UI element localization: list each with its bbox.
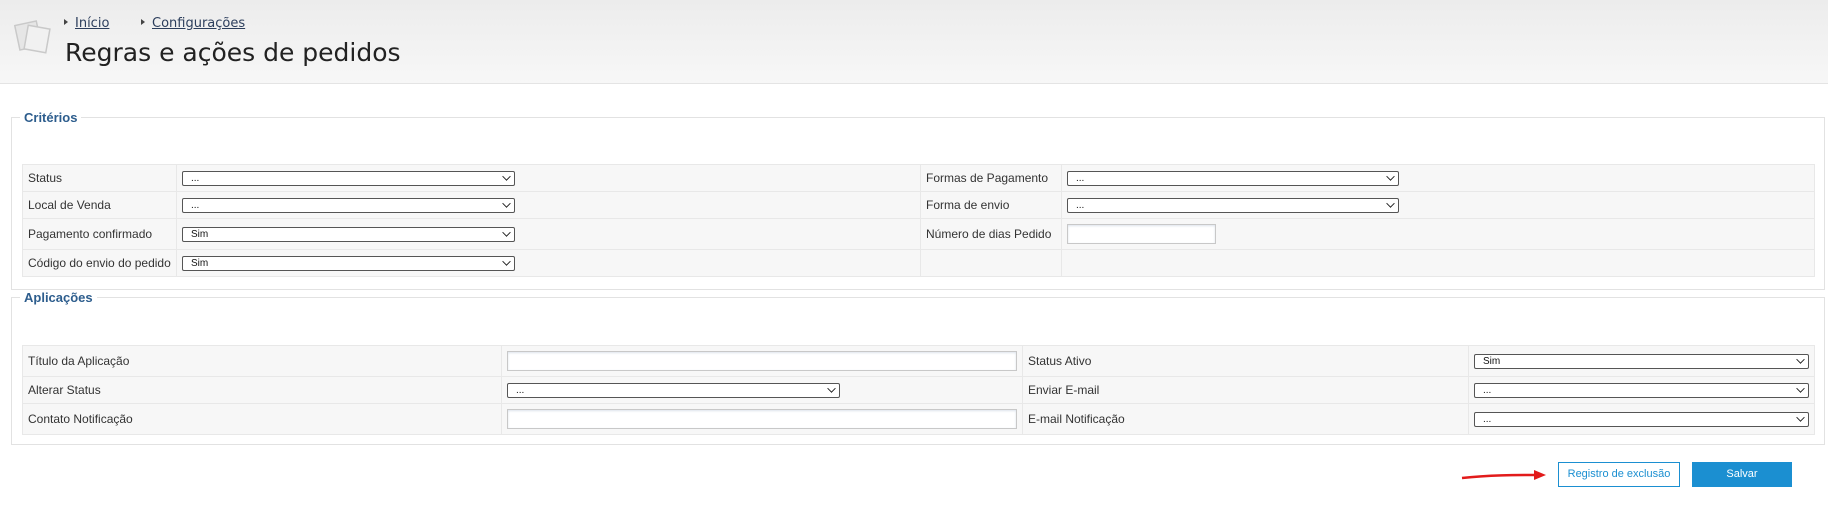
payment-methods-select-value: ... [1076, 172, 1085, 184]
chevron-down-icon [1796, 354, 1805, 364]
payment-confirmed-label: Pagamento confirmado [22, 218, 177, 250]
application-title-input[interactable] [507, 351, 1017, 371]
stacked-pages-icon [14, 20, 51, 54]
criteria-table: Status ... Formas de Pagamento ... Local… [22, 164, 1815, 277]
active-status-select-value: Sim [1483, 355, 1501, 367]
application-title-label: Título da Aplicação [22, 345, 502, 377]
empty-cell [1061, 249, 1815, 277]
breadcrumb-item-inicio: Início [64, 15, 109, 31]
shipping-method-label: Forma de envio [920, 191, 1062, 219]
notification-contact-label: Contato Notificação [22, 403, 502, 435]
send-email-select-value: ... [1483, 384, 1492, 396]
sales-location-select[interactable]: ... [182, 197, 515, 213]
send-email-select[interactable]: ... [1474, 382, 1809, 398]
notification-email-select-value: ... [1483, 413, 1492, 425]
chevron-down-icon [502, 171, 511, 181]
chevron-down-icon [1386, 198, 1395, 208]
shipping-method-select-value: ... [1076, 199, 1085, 211]
criteria-row: Status ... Formas de Pagamento ... [22, 164, 1815, 192]
chevron-down-icon [1386, 171, 1395, 181]
page-title: Regras e ações de pedidos [65, 38, 401, 67]
active-status-label: Status Ativo [1022, 345, 1469, 377]
chevron-down-icon [827, 383, 836, 393]
notification-email-select[interactable]: ... [1474, 411, 1809, 427]
criteria-legend: Critérios [24, 110, 78, 125]
change-status-select-value: ... [516, 384, 525, 396]
breadcrumb-link-inicio[interactable]: Início [75, 16, 109, 31]
status-select[interactable]: ... [182, 170, 515, 186]
payment-methods-label: Formas de Pagamento [920, 164, 1062, 192]
notification-email-label: E-mail Notificação [1022, 403, 1469, 435]
applications-row: Contato Notificação E-mail Notificação .… [22, 403, 1815, 435]
triangle-right-icon [141, 19, 145, 25]
empty-cell [920, 249, 1062, 277]
chevron-down-icon [1796, 383, 1805, 393]
triangle-right-icon [64, 19, 68, 25]
shipping-code-select-value: Sim [191, 257, 209, 269]
payment-confirmed-select-value: Sim [191, 228, 209, 240]
sales-location-select-value: ... [191, 199, 200, 211]
exclusion-log-button[interactable]: Registro de exclusão [1558, 462, 1680, 487]
chevron-down-icon [502, 256, 511, 266]
active-status-select[interactable]: Sim [1474, 353, 1809, 369]
breadcrumb-link-configuracoes[interactable]: Configurações [152, 16, 245, 31]
applications-panel: Aplicações Título da Aplicação Status At… [11, 290, 1825, 445]
criteria-row: Código do envio do pedido Sim [22, 249, 1815, 277]
criteria-panel: Critérios Status ... Formas de Pagamento… [11, 110, 1825, 290]
sales-location-label: Local de Venda [22, 191, 177, 219]
criteria-row: Local de Venda ... Forma de envio ... [22, 191, 1815, 219]
change-status-select[interactable]: ... [507, 382, 840, 398]
change-status-label: Alterar Status [22, 376, 502, 404]
send-email-label: Enviar E-mail [1022, 376, 1469, 404]
status-label: Status [22, 164, 177, 192]
shipping-code-label: Código do envio do pedido [22, 249, 177, 277]
chevron-down-icon [1796, 412, 1805, 422]
applications-table: Título da Aplicação Status Ativo Sim Alt… [22, 345, 1815, 435]
payment-confirmed-select[interactable]: Sim [182, 226, 515, 242]
applications-legend: Aplicações [24, 290, 93, 305]
save-button[interactable]: Salvar [1692, 462, 1792, 487]
applications-row: Título da Aplicação Status Ativo Sim [22, 345, 1815, 377]
payment-methods-select[interactable]: ... [1067, 170, 1399, 186]
criteria-row: Pagamento confirmado Sim Número de dias … [22, 218, 1815, 250]
red-arrow-icon [1461, 470, 1546, 480]
status-select-value: ... [191, 172, 200, 184]
chevron-down-icon [502, 198, 511, 208]
breadcrumb-item-configuracoes: Configurações [141, 15, 245, 31]
order-days-label: Número de dias Pedido [920, 218, 1062, 250]
shipping-code-select[interactable]: Sim [182, 255, 515, 271]
chevron-down-icon [502, 227, 511, 237]
notification-contact-input[interactable] [507, 409, 1017, 429]
order-days-input[interactable] [1067, 224, 1216, 244]
page-header: Início Configurações Regras e ações de p… [0, 0, 1828, 84]
shipping-method-select[interactable]: ... [1067, 197, 1399, 213]
applications-row: Alterar Status ... Enviar E-mail ... [22, 376, 1815, 404]
